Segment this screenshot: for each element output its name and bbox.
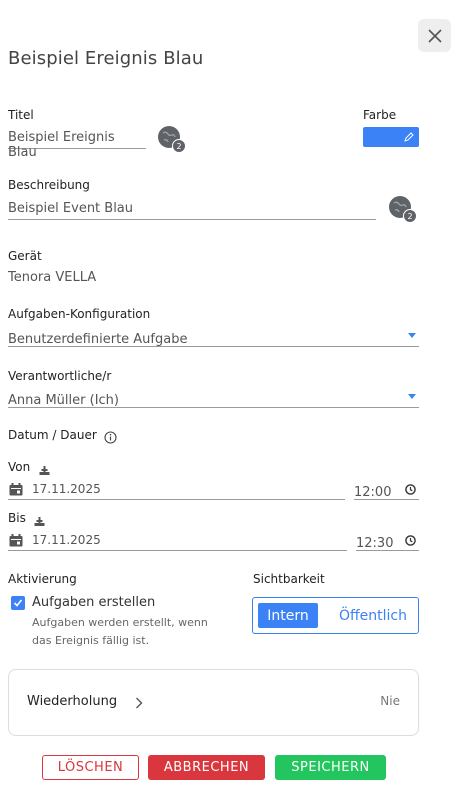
to-time-input[interactable]: 12:30 xyxy=(356,532,419,551)
clock-icon xyxy=(405,535,416,546)
delete-button[interactable]: LÖSCHEN xyxy=(42,755,139,780)
clock-icon xyxy=(405,484,416,495)
visibility-toggle: Intern Öffentlich xyxy=(252,597,419,634)
from-date-value: 17.11.2025 xyxy=(32,482,101,496)
title-translate-button[interactable]: 2 xyxy=(158,126,188,156)
chevron-down-icon xyxy=(408,394,416,399)
timezone-icon xyxy=(34,512,45,531)
pencil-icon xyxy=(404,132,414,142)
description-input[interactable]: Beispiel Event Blau xyxy=(8,201,376,220)
to-date-input[interactable]: 17.11.2025 xyxy=(8,532,347,551)
task-config-value: Benutzerdefinierte Aufgabe xyxy=(8,332,188,347)
description-label: Beschreibung xyxy=(8,178,90,192)
visibility-option-internal[interactable]: Intern xyxy=(258,603,318,628)
title-input[interactable]: Beispiel Ereignis Blau xyxy=(8,130,146,160)
cancel-button[interactable]: ABBRECHEN xyxy=(148,755,265,780)
translation-count-badge: 2 xyxy=(403,209,417,223)
visibility-option-public[interactable]: Öffentlich xyxy=(333,603,413,628)
repeat-value: Nie xyxy=(380,694,400,708)
repeat-label: Wiederholung xyxy=(27,694,118,709)
to-label: Bis xyxy=(8,511,26,525)
from-label: Von xyxy=(8,460,31,474)
create-tasks-checkbox[interactable] xyxy=(11,596,25,610)
color-label: Farbe xyxy=(363,108,397,122)
description-translate-button[interactable]: 2 xyxy=(389,196,419,226)
close-icon xyxy=(427,28,442,43)
create-tasks-hint-line2: das Ereignis fällig ist. xyxy=(32,634,150,647)
translation-count-badge: 2 xyxy=(172,139,186,153)
from-time-input[interactable]: 12:00 xyxy=(354,481,419,500)
responsible-value: Anna Müller (Ich) xyxy=(8,393,119,408)
activation-label: Aktivierung xyxy=(8,572,77,586)
schedule-label: Datum / Dauer xyxy=(8,428,97,442)
responsible-select[interactable]: Anna Müller (Ich) xyxy=(8,389,419,408)
title-label: Titel xyxy=(8,108,34,122)
task-config-label: Aufgaben-Konfiguration xyxy=(8,307,151,321)
device-value: Tenora VELLA xyxy=(8,270,97,285)
calendar-icon xyxy=(9,534,23,547)
to-time-value: 12:30 xyxy=(356,536,394,551)
repeat-settings[interactable]: Wiederholung Nie xyxy=(8,669,419,736)
task-config-select[interactable]: Benutzerdefinierte Aufgabe xyxy=(8,328,419,347)
from-date-input[interactable]: 17.11.2025 xyxy=(8,481,345,500)
timezone-icon xyxy=(39,461,50,480)
visibility-label: Sichtbarkeit xyxy=(253,572,325,586)
close-button[interactable] xyxy=(418,19,451,52)
chevron-right-icon xyxy=(136,697,143,709)
create-tasks-hint-line1: Aufgaben werden erstellt, wenn xyxy=(32,616,208,629)
check-icon xyxy=(13,599,23,607)
from-time-value: 12:00 xyxy=(354,485,392,500)
calendar-icon xyxy=(9,483,23,496)
device-label: Gerät xyxy=(8,249,42,263)
chevron-down-icon xyxy=(408,333,416,338)
dialog-title: Beispiel Ereignis Blau xyxy=(8,48,204,69)
save-button[interactable]: SPEICHERN xyxy=(275,755,386,780)
info-icon[interactable] xyxy=(104,429,117,448)
to-date-value: 17.11.2025 xyxy=(32,533,101,547)
responsible-label: Verantwortliche/r xyxy=(8,369,112,383)
create-tasks-label[interactable]: Aufgaben erstellen xyxy=(32,595,155,610)
color-picker[interactable] xyxy=(363,127,419,147)
